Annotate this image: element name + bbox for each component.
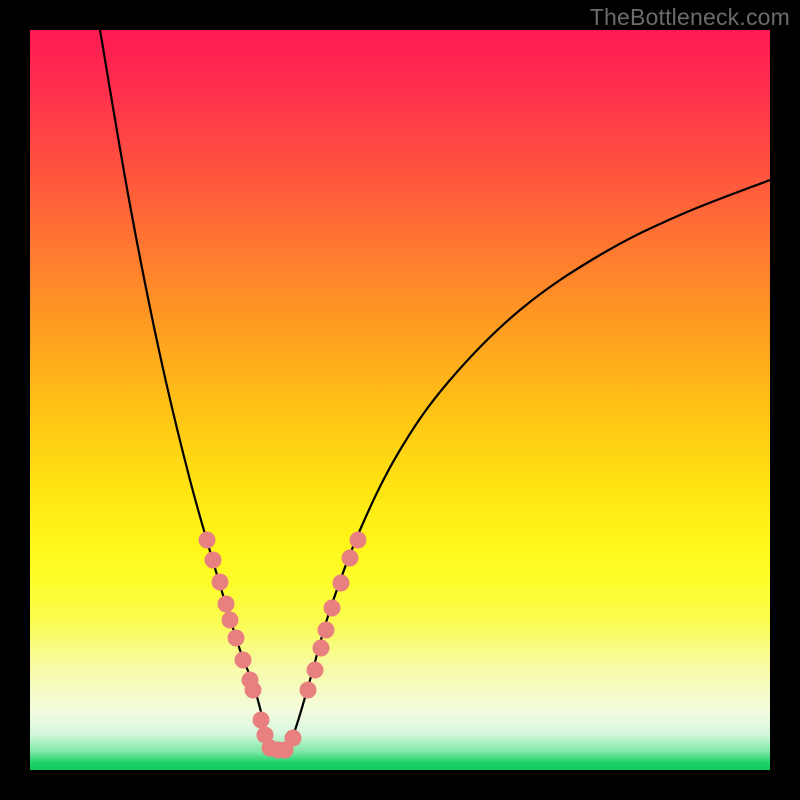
- dot: [318, 622, 335, 639]
- curves-svg: [30, 30, 770, 770]
- dot: [205, 552, 222, 569]
- dot: [228, 630, 245, 647]
- dot: [333, 575, 350, 592]
- dot: [307, 662, 324, 679]
- dot: [350, 532, 367, 549]
- left-curve: [100, 30, 270, 748]
- dot: [300, 682, 317, 699]
- right-curve: [285, 180, 770, 750]
- dot: [253, 712, 270, 729]
- dot: [235, 652, 252, 669]
- dot: [199, 532, 216, 549]
- plot-area: [30, 30, 770, 770]
- dot: [245, 682, 262, 699]
- chart-frame: TheBottleneck.com: [0, 0, 800, 800]
- watermark-text: TheBottleneck.com: [590, 4, 790, 31]
- dot: [324, 600, 341, 617]
- dot: [212, 574, 229, 591]
- dot: [218, 596, 235, 613]
- dot: [222, 612, 239, 629]
- dot: [313, 640, 330, 657]
- dot: [342, 550, 359, 567]
- highlight-dots: [199, 532, 367, 759]
- dot: [285, 730, 302, 747]
